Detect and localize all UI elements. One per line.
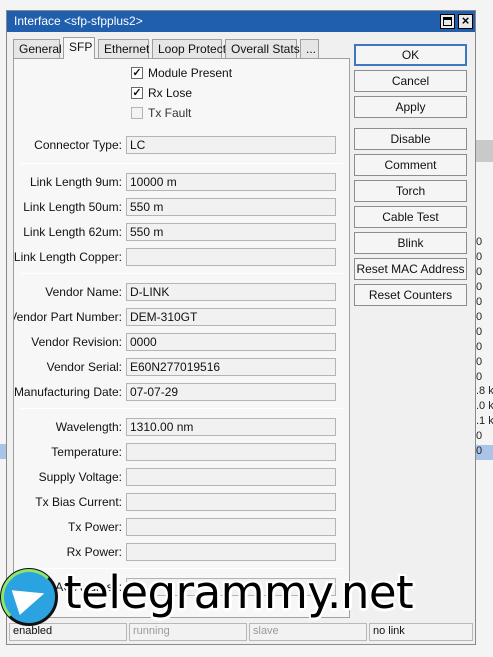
- tab-ethernet[interactable]: Ethernet: [98, 39, 149, 58]
- divider: [20, 408, 343, 409]
- background-cell: 0: [476, 371, 483, 383]
- supply-voltage-field[interactable]: [126, 468, 336, 486]
- background-cell: 0: [476, 356, 483, 368]
- divider: [20, 163, 343, 164]
- divider: [20, 273, 343, 274]
- background-cell: 0: [476, 266, 483, 278]
- tab-sfp[interactable]: SFP: [63, 37, 95, 59]
- blink-button[interactable]: Blink: [354, 232, 467, 254]
- checkbox-label: Rx Lose: [148, 86, 193, 100]
- manufacturing-date-field[interactable]: 07-07-29: [126, 383, 336, 401]
- reset-counters-button[interactable]: Reset Counters: [354, 284, 467, 306]
- manufacturing-date-label: Manufacturing Date:: [13, 385, 122, 399]
- tx-power-label: Tx Power:: [67, 520, 122, 534]
- telegram-logo-icon: [0, 568, 58, 626]
- interface-dialog: Interface <sfp-sfpplus2> × General SFP E…: [6, 10, 476, 645]
- tab-overall-stats[interactable]: Overall Stats: [225, 39, 300, 58]
- background-cell: 0: [476, 445, 493, 460]
- background-cell: 0: [476, 296, 483, 308]
- comment-button[interactable]: Comment: [354, 154, 467, 176]
- background-cell: 0: [476, 251, 483, 263]
- status-link: no link: [369, 623, 473, 641]
- tab-more[interactable]: ...: [300, 39, 319, 58]
- tx-power-field[interactable]: [126, 518, 336, 536]
- checkbox-box: [131, 107, 143, 119]
- background-cell: 0: [476, 311, 483, 323]
- maximize-icon[interactable]: [440, 14, 455, 29]
- background-cell: 0: [476, 326, 483, 338]
- background-cell: 0: [476, 430, 483, 442]
- background-header-band: [473, 140, 493, 162]
- connector-type-field[interactable]: LC: [126, 136, 336, 154]
- wavelength-field[interactable]: 1310.00 nm: [126, 418, 336, 436]
- background-cell: 0: [476, 236, 483, 248]
- tab-general[interactable]: General: [13, 39, 62, 58]
- tab-loop-protect[interactable]: Loop Protect: [152, 39, 226, 58]
- temperature-label: Temperature:: [51, 445, 122, 459]
- window-title: Interface <sfp-sfpplus2>: [14, 14, 143, 28]
- vendor-revision-label: Vendor Revision:: [31, 335, 122, 349]
- status-bar: enabled running slave no link: [7, 620, 475, 644]
- link-length-50um-label: Link Length 50um:: [23, 200, 122, 214]
- link-length-9um-label: Link Length 9um:: [29, 175, 122, 189]
- link-length-62um-field[interactable]: 550 m: [126, 223, 336, 241]
- status-slave: slave: [249, 623, 367, 641]
- status-running: running: [129, 623, 247, 641]
- temperature-field[interactable]: [126, 443, 336, 461]
- tx-bias-current-field[interactable]: [126, 493, 336, 511]
- link-length-62um-label: Link Length 62um:: [23, 225, 122, 239]
- background-cell: .0 k: [476, 400, 493, 412]
- link-length-copper-label: Link Length Copper:: [13, 250, 122, 264]
- background-cell: .8 k: [476, 385, 493, 397]
- checkbox-label: Module Present: [148, 66, 233, 80]
- rx-power-field[interactable]: [126, 543, 336, 561]
- link-length-50um-field[interactable]: 550 m: [126, 198, 336, 216]
- cable-test-button[interactable]: Cable Test: [354, 206, 467, 228]
- vendor-serial-label: Vendor Serial:: [46, 360, 122, 374]
- supply-voltage-label: Supply Voltage:: [38, 470, 122, 484]
- apply-button[interactable]: Apply: [354, 96, 467, 118]
- background-cell: .1 k: [476, 415, 493, 427]
- vendor-part-number-label: Vendor Part Number:: [13, 310, 122, 324]
- cancel-button[interactable]: Cancel: [354, 70, 467, 92]
- rx-power-label: Rx Power:: [66, 545, 122, 559]
- disable-button[interactable]: Disable: [354, 128, 467, 150]
- checkmark-icon: ✓: [131, 87, 143, 99]
- torch-button[interactable]: Torch: [354, 180, 467, 202]
- link-length-copper-field[interactable]: [126, 248, 336, 266]
- link-length-9um-field[interactable]: 10000 m: [126, 173, 336, 191]
- ok-button[interactable]: OK: [354, 44, 467, 66]
- vendor-name-label: Vendor Name:: [45, 285, 122, 299]
- watermark-text: telegrammy.net: [64, 566, 414, 619]
- vendor-serial-field[interactable]: E60N277019516: [126, 358, 336, 376]
- connector-type-label: Connector Type:: [34, 138, 122, 152]
- title-bar[interactable]: Interface <sfp-sfpplus2> ×: [7, 11, 475, 32]
- vendor-name-field[interactable]: D-LINK: [126, 283, 336, 301]
- wavelength-label: Wavelength:: [55, 420, 122, 434]
- checkbox-label: Tx Fault: [148, 106, 192, 120]
- sfp-panel: ✓ Module Present ✓ Rx Lose Tx Fault Conn…: [13, 58, 350, 618]
- checkmark-icon: ✓: [131, 67, 143, 79]
- close-icon[interactable]: ×: [458, 14, 473, 29]
- vendor-revision-field[interactable]: 0000: [126, 333, 336, 351]
- paper-plane-icon: [11, 581, 49, 615]
- background-cell: 0: [476, 281, 483, 293]
- vendor-part-number-field[interactable]: DEM-310GT: [126, 308, 336, 326]
- reset-mac-address-button[interactable]: Reset MAC Address: [354, 258, 467, 280]
- tx-bias-current-label: Tx Bias Current:: [35, 495, 122, 509]
- background-cell: 0: [476, 341, 483, 353]
